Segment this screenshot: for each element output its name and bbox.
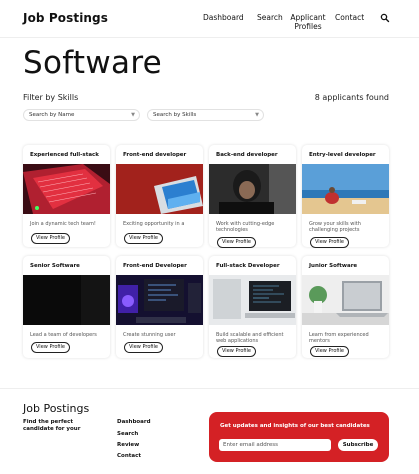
profile-card[interactable]: Entry-level developer Grow your skills w… xyxy=(302,145,389,248)
page-title: Software xyxy=(23,45,163,81)
profile-card[interactable]: Junior Software Learn from experienced m… xyxy=(302,256,389,358)
card-image xyxy=(209,164,296,214)
chevron-down-icon: ▼ xyxy=(255,112,259,118)
card-title: Junior Software xyxy=(309,263,358,269)
card-description: Create stunning user xyxy=(123,332,176,338)
card-description: Work with cutting-edge technologies xyxy=(216,221,275,233)
profile-card[interactable]: Full-stack Developer Build scalable and … xyxy=(209,256,296,358)
search-by-skills-placeholder: Search by Skills xyxy=(153,112,197,118)
nav-contact[interactable]: Contact xyxy=(335,13,364,22)
footer-link-contact[interactable]: Contact xyxy=(117,453,141,459)
view-profile-button[interactable]: View Profile xyxy=(31,342,71,353)
chevron-down-icon: ▼ xyxy=(131,112,135,118)
card-description: Exciting opportunity in a xyxy=(123,221,185,227)
card-description: Build scalable and efficient web applica… xyxy=(216,332,284,344)
view-profile-button[interactable]: View Profile xyxy=(310,346,350,357)
top-nav-bar: Job Postings Dashboard Search Applicant … xyxy=(0,0,419,38)
profile-card[interactable]: Experienced full-stack Join a dynamic te… xyxy=(23,145,110,247)
search-icon[interactable] xyxy=(380,13,390,23)
card-title: Senior Software xyxy=(30,263,80,269)
card-image xyxy=(116,275,203,325)
card-description: Grow your skills with challenging projec… xyxy=(309,221,361,233)
search-by-name-select[interactable]: Search by Name ▼ xyxy=(23,109,140,121)
newsletter-box: Get updates and insights of our best can… xyxy=(209,412,389,462)
search-by-name-placeholder: Search by Name xyxy=(29,112,75,118)
brand-logo-text[interactable]: Job Postings xyxy=(23,11,108,25)
card-image xyxy=(116,164,203,214)
email-field[interactable] xyxy=(219,439,331,451)
view-profile-button[interactable]: View Profile xyxy=(31,233,71,244)
profile-card[interactable]: Front-end developer Exciting opportunity… xyxy=(116,145,203,247)
footer-link-dashboard[interactable]: Dashboard xyxy=(117,419,151,425)
newsletter-title: Get updates and insights of our best can… xyxy=(220,423,370,429)
card-title: Experienced full-stack xyxy=(30,152,99,158)
profile-card[interactable]: Front-end Developer Create stunning user… xyxy=(116,256,203,358)
card-title: Back-end developer xyxy=(216,152,278,158)
card-title: Front-end developer xyxy=(123,152,187,158)
footer-link-search[interactable]: Search xyxy=(117,431,138,437)
view-profile-button[interactable]: View Profile xyxy=(310,237,350,248)
profile-card[interactable]: Senior Software Lead a team of developer… xyxy=(23,256,110,358)
card-title: Entry-level developer xyxy=(309,152,376,158)
card-image xyxy=(302,275,389,325)
footer-brand: Job Postings xyxy=(23,402,90,415)
footer-tagline: Find the perfect candidate for your xyxy=(23,419,81,432)
footer-divider xyxy=(0,388,419,389)
filter-label: Filter by Skills xyxy=(23,93,79,102)
profile-card[interactable]: Back-end developer Work with cutting-edg… xyxy=(209,145,296,248)
nav-dashboard[interactable]: Dashboard xyxy=(203,13,244,22)
card-image xyxy=(23,164,110,214)
nav-search[interactable]: Search xyxy=(257,13,283,22)
card-description: Lead a team of developers xyxy=(30,332,97,338)
card-title: Full-stack Developer xyxy=(216,263,280,269)
nav-applicant-profiles[interactable]: Applicant Profiles xyxy=(287,13,329,31)
footer-link-review[interactable]: Review xyxy=(117,442,139,448)
card-description: Learn from experienced mentors xyxy=(309,332,369,344)
subscribe-button[interactable]: Subscribe xyxy=(338,439,378,451)
search-by-skills-select[interactable]: Search by Skills ▼ xyxy=(147,109,264,121)
results-count: 8 applicants found xyxy=(314,93,389,102)
view-profile-button[interactable]: View Profile xyxy=(124,233,164,244)
card-title: Front-end Developer xyxy=(123,263,187,269)
view-profile-button[interactable]: View Profile xyxy=(217,346,257,357)
card-image xyxy=(209,275,296,325)
view-profile-button[interactable]: View Profile xyxy=(124,342,164,353)
card-image xyxy=(23,275,110,325)
card-description: Join a dynamic tech team! xyxy=(30,221,96,227)
view-profile-button[interactable]: View Profile xyxy=(217,237,257,248)
card-image xyxy=(302,164,389,214)
